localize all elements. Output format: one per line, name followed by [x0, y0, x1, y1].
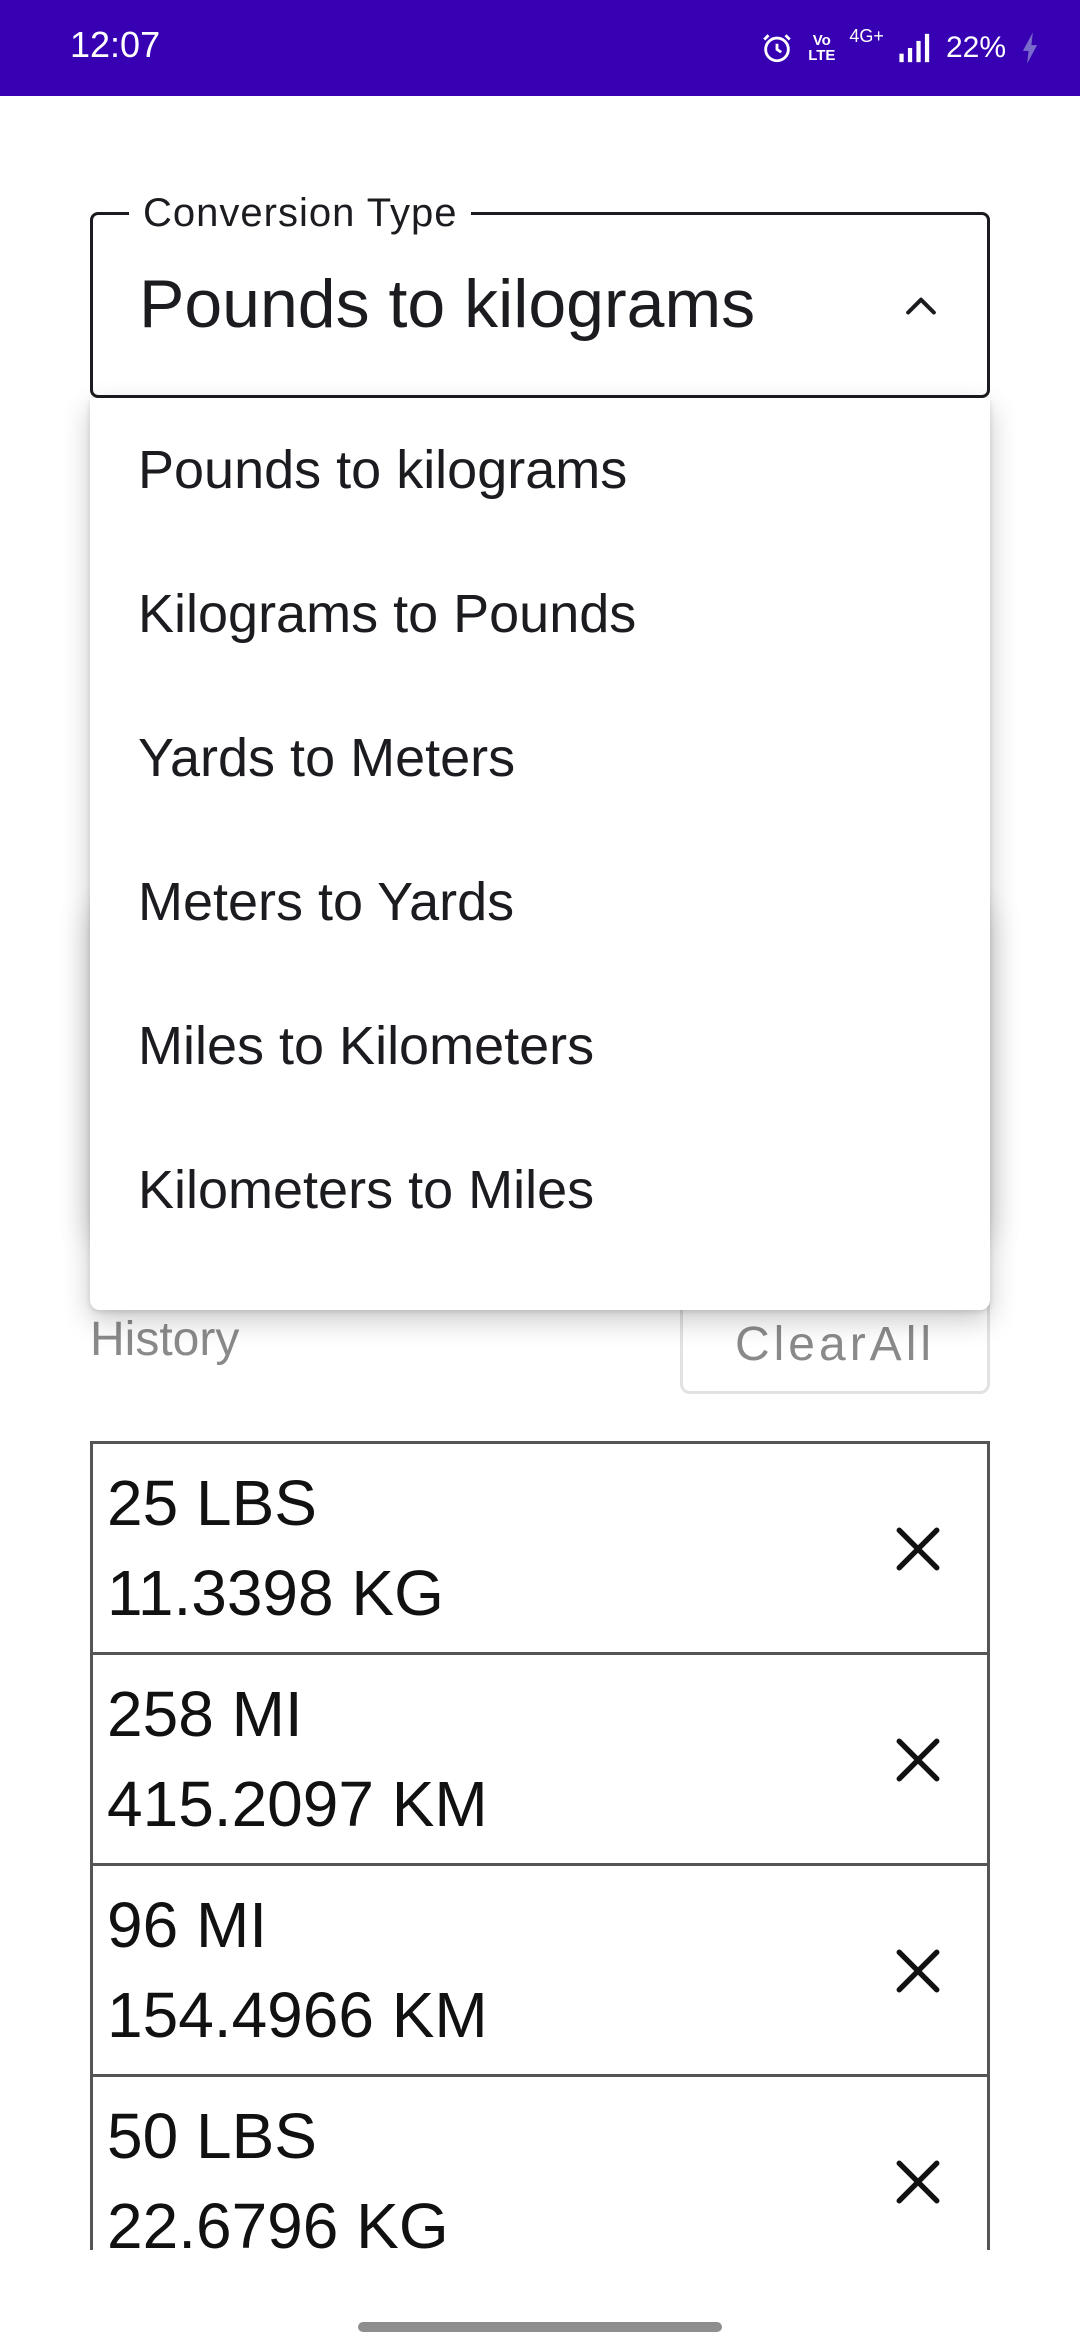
close-icon[interactable]	[893, 1946, 943, 1996]
gesture-bar[interactable]	[358, 2322, 722, 2332]
history-output-value: 11.3398 KG	[107, 1557, 444, 1629]
close-icon[interactable]	[893, 1735, 943, 1785]
status-time: 12:07	[70, 24, 161, 65]
battery-percent: 22%	[945, 31, 1006, 64]
status-icons: Vo LTE 4G+ 22%	[760, 24, 1040, 72]
conversion-type-menu: Pounds to kilograms Kilograms to Pounds …	[90, 398, 990, 1310]
close-icon[interactable]	[893, 2157, 943, 2207]
alarm-icon	[760, 31, 794, 65]
history-label: History	[90, 1313, 240, 1366]
signal-icon	[898, 31, 932, 65]
history-item: 50 LBS 22.6796 KG	[90, 2074, 990, 2250]
close-icon[interactable]	[893, 1524, 943, 1574]
network-type: 4G+	[849, 26, 884, 46]
conversion-type-label: Conversion Type	[129, 191, 472, 236]
battery-charging-icon	[1020, 31, 1040, 65]
menu-item-kilometers-to-miles[interactable]: Kilometers to Miles	[90, 1118, 990, 1262]
status-bar: 12:07 Vo LTE 4G+ 22%	[0, 0, 1080, 96]
conversion-type-value: Pounds to kilograms	[139, 266, 756, 342]
menu-item-miles-to-kilometers[interactable]: Miles to Kilometers	[90, 974, 990, 1118]
chevron-up-icon[interactable]	[899, 285, 943, 329]
history-input-value: 50 LBS	[107, 2100, 317, 2172]
menu-item-yards-to-meters[interactable]: Yards to Meters	[90, 686, 990, 830]
conversion-type-dropdown[interactable]: Conversion Type Pounds to kilograms	[90, 191, 990, 398]
history-output-value: 22.6796 KG	[107, 2190, 449, 2250]
history-item: 258 MI 415.2097 KM	[90, 1652, 990, 1866]
history-input-value: 96 MI	[107, 1889, 268, 1961]
history-item: 25 LBS 11.3398 KG	[90, 1441, 990, 1655]
clear-all-button[interactable]: ClearAll	[680, 1298, 990, 1394]
history-item: 96 MI 154.4966 KM	[90, 1863, 990, 2077]
history-input-value: 25 LBS	[107, 1467, 317, 1539]
volte-icon: Vo LTE	[808, 32, 836, 64]
menu-item-pounds-to-kilograms[interactable]: Pounds to kilograms	[90, 398, 990, 542]
history-output-value: 154.4966 KM	[107, 1979, 488, 2051]
history-list: 25 LBS 11.3398 KG 258 MI 415.2097 KM 96 …	[90, 1441, 990, 2250]
history-output-value: 415.2097 KM	[107, 1768, 488, 1840]
menu-item-kilograms-to-pounds[interactable]: Kilograms to Pounds	[90, 542, 990, 686]
menu-item-meters-to-yards[interactable]: Meters to Yards	[90, 830, 990, 974]
history-input-value: 258 MI	[107, 1678, 303, 1750]
